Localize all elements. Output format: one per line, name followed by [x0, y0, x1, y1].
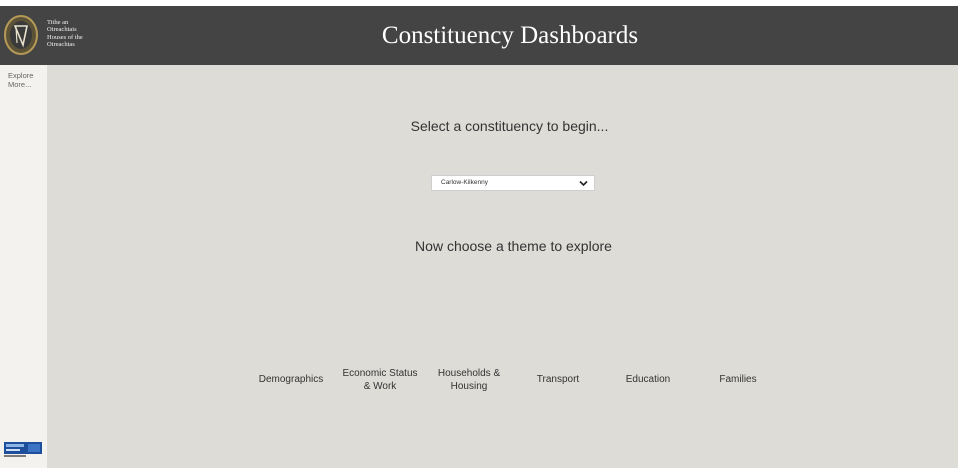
constituency-select[interactable]: Carlow-Kilkenny — [431, 175, 595, 191]
chevron-down-icon — [579, 180, 588, 187]
theme-prompt: Now choose a theme to explore — [415, 238, 612, 254]
header-bar: Tithe an Oireachtais Houses of the Oirea… — [0, 6, 958, 65]
constituency-select-value: Carlow-Kilkenny — [441, 179, 488, 186]
main-panel: Select a constituency to begin... Carlow… — [47, 65, 958, 468]
harp-icon[interactable] — [4, 15, 38, 55]
page-title: Constituency Dashboards — [381, 22, 639, 49]
partner-logo — [4, 442, 42, 457]
theme-families[interactable]: Families — [703, 373, 773, 386]
theme-demographics[interactable]: Demographics — [253, 373, 329, 386]
org-line: Oireachtas — [47, 41, 75, 49]
sidebar: Explore More... — [0, 65, 47, 468]
explore-more-link[interactable]: Explore More... — [8, 71, 44, 89]
theme-households-housing[interactable]: Households & Housing — [432, 367, 506, 393]
theme-education[interactable]: Education — [613, 373, 683, 386]
org-name: Tithe an Oireachtais Houses of the Oirea… — [47, 19, 127, 49]
theme-transport[interactable]: Transport — [525, 373, 591, 386]
org-line: Houses of the — [47, 33, 83, 41]
theme-economic-status-work[interactable]: Economic Status & Work — [338, 367, 422, 393]
org-line: Oireachtais — [47, 26, 77, 34]
org-line: Tithe an — [47, 19, 69, 26]
select-prompt: Select a constituency to begin... — [410, 118, 609, 134]
